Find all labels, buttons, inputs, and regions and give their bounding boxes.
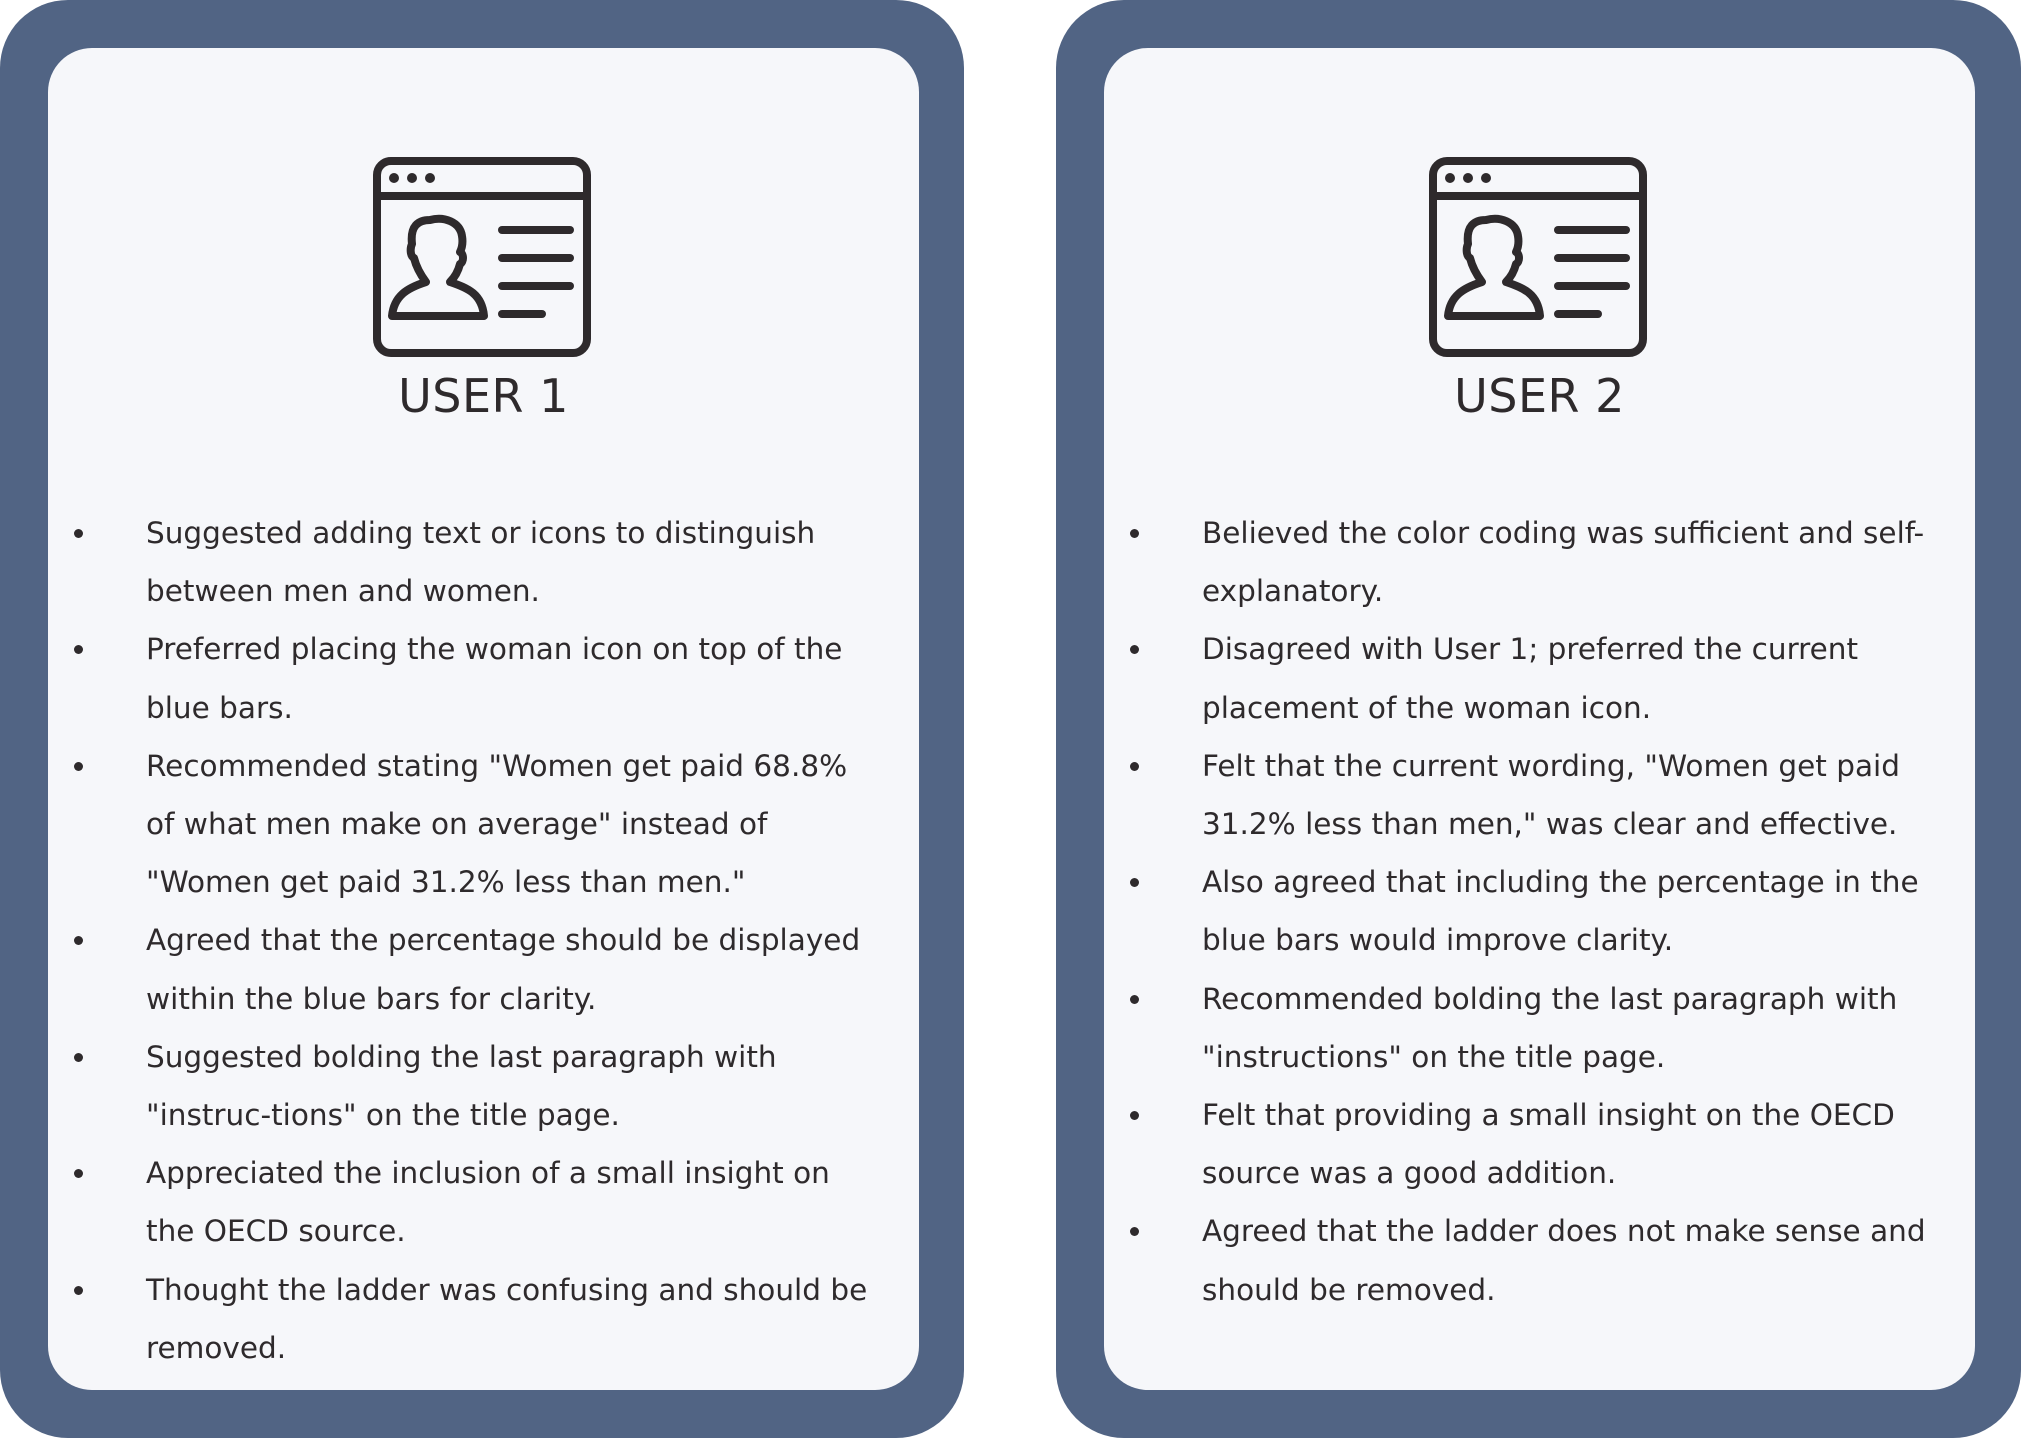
feedback-item: Agreed that the ladder does not make sen…	[1104, 1202, 1975, 1318]
feedback-item: Believed the color coding was sufficient…	[1104, 504, 1975, 620]
user-1-panel: USER 1 Suggested adding text or icons to…	[48, 48, 919, 1390]
user-2-card: USER 2 Believed the color coding was suf…	[1056, 0, 2021, 1438]
feedback-item: Also agreed that including the percentag…	[1104, 853, 1975, 969]
feedback-item: Felt that providing a small insight on t…	[1104, 1086, 1975, 1202]
feedback-item: Suggested adding text or icons to distin…	[48, 504, 919, 620]
user-1-card: USER 1 Suggested adding text or icons to…	[0, 0, 964, 1438]
feedback-item: Recommended bolding the last paragraph w…	[1104, 970, 1975, 1086]
user-1-feedback-list: Suggested adding text or icons to distin…	[48, 504, 919, 1377]
user-profile-window-icon	[1429, 157, 1647, 357]
user-2-panel: USER 2 Believed the color coding was suf…	[1104, 48, 1975, 1390]
feedback-item: Recommended stating "Women get paid 68.8…	[48, 737, 919, 912]
user-1-title: USER 1	[398, 369, 569, 423]
user-2-feedback-list: Believed the color coding was sufficient…	[1104, 504, 1975, 1319]
feedback-item: Agreed that the percentage should be dis…	[48, 911, 919, 1027]
feedback-item: Disagreed with User 1; preferred the cur…	[1104, 620, 1975, 736]
user-2-title: USER 2	[1454, 369, 1625, 423]
feedback-item: Felt that the current wording, "Women ge…	[1104, 737, 1975, 853]
feedback-item: Thought the ladder was confusing and sho…	[48, 1261, 919, 1377]
user-profile-window-icon	[373, 157, 591, 357]
feedback-item: Preferred placing the woman icon on top …	[48, 620, 919, 736]
feedback-item: Appreciated the inclusion of a small ins…	[48, 1144, 919, 1260]
feedback-item: Suggested bolding the last paragraph wit…	[48, 1028, 919, 1144]
